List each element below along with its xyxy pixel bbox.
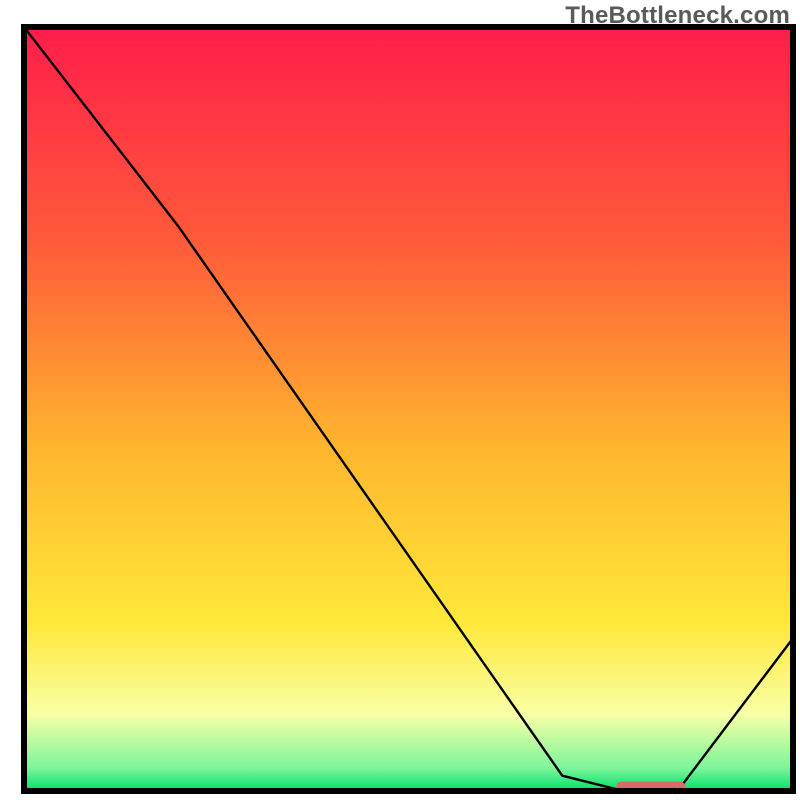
gradient-background bbox=[24, 27, 793, 791]
chart-stage: TheBottleneck.com bbox=[0, 0, 800, 800]
plot-area bbox=[24, 27, 793, 793]
bottleneck-chart bbox=[0, 0, 800, 800]
